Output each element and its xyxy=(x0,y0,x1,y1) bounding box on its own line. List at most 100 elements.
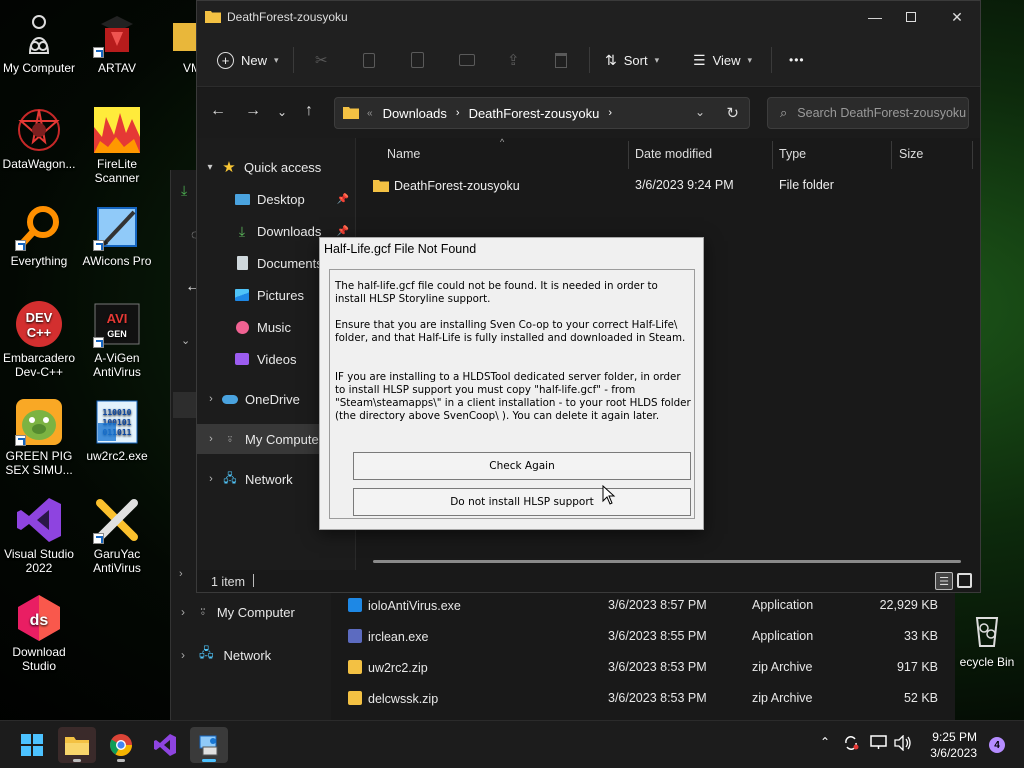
chevron-right-icon: › xyxy=(209,393,213,405)
column-header-type[interactable]: Type xyxy=(779,147,806,169)
folder-icon xyxy=(373,180,389,192)
desktop-icon-garuyac[interactable]: GaruYac AntiVirus xyxy=(78,496,156,575)
status-bar: 1 item ☰ xyxy=(197,570,980,594)
dialog-message: The half-life.gcf file could not be foun… xyxy=(335,280,691,436)
bg-nav-network[interactable]: › 🖧 Network xyxy=(181,644,271,666)
taskbar-installer[interactable] xyxy=(190,727,228,763)
desktop-icon-vm[interactable]: VM xyxy=(155,10,201,75)
table-row[interactable]: irclean.exe 3/6/2023 8:55 PM Application… xyxy=(346,621,956,652)
skip-hlsp-button[interactable]: Do not install HLSP support xyxy=(353,488,691,516)
refresh-button[interactable]: ↻ xyxy=(726,104,739,122)
error-dialog[interactable]: Half-Life.gcf File Not Found The half-li… xyxy=(319,237,704,530)
taskbar-visual-studio[interactable] xyxy=(146,727,184,763)
close-button[interactable]: ✕ xyxy=(939,5,975,29)
close-icon: ✕ xyxy=(951,8,963,25)
firelite-icon xyxy=(93,106,141,154)
nav-label: Downloads xyxy=(257,223,322,239)
desktop-icon-datawagon[interactable]: DataWagon... xyxy=(0,106,78,171)
desktop-icon xyxy=(234,191,250,207)
desktop-icon-uw2rc2[interactable]: 110010 100101 011011 uw2rc2.exe xyxy=(78,398,156,463)
taskbar-chrome[interactable] xyxy=(102,727,140,763)
rename-button[interactable] xyxy=(459,48,475,72)
table-row[interactable]: ioloAntiVirus.exe 3/6/2023 8:57 PM Appli… xyxy=(346,590,956,621)
column-header-date[interactable]: Date modified xyxy=(635,147,712,169)
new-button[interactable]: + New ▾ xyxy=(217,48,279,72)
search-box[interactable]: ⌕ Search DeathForest-zousyoku xyxy=(767,97,969,129)
nav-quick-access[interactable]: ▾ ★ Quick access xyxy=(197,152,355,182)
sync-tray-icon[interactable] xyxy=(843,735,859,754)
share-button[interactable]: ⇪ xyxy=(507,48,520,72)
file-type: File folder xyxy=(779,178,834,192)
column-header-size[interactable]: Size xyxy=(899,147,923,169)
start-button[interactable] xyxy=(13,727,51,763)
rename-icon xyxy=(459,54,475,66)
bg-nav-label: My Computer xyxy=(216,604,295,620)
address-bar[interactable]: « Downloads › DeathForest-zousyoku › ⌄ ↻ xyxy=(334,97,750,129)
show-hidden-icons-button[interactable]: ⌃ xyxy=(820,735,830,749)
up-button[interactable]: ↑ xyxy=(305,102,313,120)
title-bar[interactable]: DeathForest-zousyoku — ✕ xyxy=(197,1,980,33)
forward-button[interactable]: → xyxy=(245,102,261,120)
binary-file-icon: 110010 100101 011011 xyxy=(93,398,141,446)
cut-button[interactable]: ✂ xyxy=(315,48,328,72)
paste-button[interactable] xyxy=(411,48,424,72)
see-more-button[interactable]: ••• xyxy=(789,48,805,72)
maximize-button[interactable] xyxy=(893,5,929,29)
taskbar-file-explorer[interactable] xyxy=(58,727,96,763)
breadcrumb-current-folder[interactable]: DeathForest-zousyoku xyxy=(469,106,600,121)
clock[interactable]: 9:25 PM 3/6/2023 xyxy=(930,729,977,761)
search-input[interactable]: Search DeathForest-zousyoku xyxy=(797,106,966,120)
view-button[interactable]: ☰ View ▾ xyxy=(693,48,752,72)
recycle-bin-icon xyxy=(963,604,1011,652)
notification-badge[interactable]: 4 xyxy=(989,737,1005,753)
table-row[interactable]: uw2rc2.zip 3/6/2023 8:53 PM zip Archive … xyxy=(346,652,956,683)
desktop-icon-visual-studio[interactable]: Visual Studio 2022 xyxy=(0,496,78,575)
volume-tray-icon[interactable] xyxy=(894,734,912,754)
sort-arrows-icon: ⇅ xyxy=(605,51,617,68)
copy-button[interactable] xyxy=(363,48,375,72)
delete-button[interactable] xyxy=(555,48,567,72)
tiles-view-button[interactable] xyxy=(957,573,972,588)
more-dots-icon: ••• xyxy=(789,53,805,67)
desktop-icon-artav[interactable]: ARTAV xyxy=(78,10,156,75)
table-row[interactable]: DeathForest-zousyoku 3/6/2023 9:24 PM Fi… xyxy=(371,173,971,197)
address-row: ← → ⌄ ↑ « Downloads › DeathForest-zousyo… xyxy=(197,88,980,138)
back-button[interactable]: ← xyxy=(210,102,226,120)
breadcrumb-overflow[interactable]: « xyxy=(367,108,373,119)
desktop-icon-my-computer[interactable]: My Computer xyxy=(0,10,78,75)
address-history-dropdown[interactable]: ⌄ xyxy=(695,105,705,119)
minimize-button[interactable]: — xyxy=(857,5,893,29)
desktop-icon-green-pig[interactable]: GREEN PIG SEX SIMU... xyxy=(0,398,78,477)
sort-label: Sort xyxy=(623,52,648,68)
desktop-icon-avigen[interactable]: AVI GEN A-ViGen AntiVirus xyxy=(78,300,156,379)
bg-nav-my-computer[interactable]: › ⍤ My Computer xyxy=(181,604,295,620)
horizontal-scrollbar[interactable] xyxy=(373,560,961,563)
details-view-button[interactable]: ☰ xyxy=(935,572,953,590)
desktop-icon-awicons[interactable]: AWicons Pro xyxy=(78,203,156,268)
recent-locations-button[interactable]: ⌄ xyxy=(277,105,287,119)
file-size: 917 KB xyxy=(896,660,938,674)
file-type: Application xyxy=(752,629,814,643)
nav-label: Quick access xyxy=(244,159,322,175)
desktop-icon-devcpp[interactable]: DEV C++ Embarcadero Dev-C++ xyxy=(0,300,78,379)
desktop-icon-label: VM xyxy=(183,61,201,75)
network-tray-icon[interactable] xyxy=(870,735,887,753)
chevron-right-icon[interactable]: › xyxy=(179,568,183,580)
check-again-button[interactable]: Check Again xyxy=(353,452,691,480)
installer-icon xyxy=(199,735,218,756)
table-row[interactable]: delcwssk.zip 3/6/2023 8:53 PM zip Archiv… xyxy=(346,683,956,714)
nav-desktop[interactable]: Desktop 📌 xyxy=(197,184,355,214)
breadcrumb-downloads[interactable]: Downloads xyxy=(383,106,447,121)
chevron-down-icon[interactable]: ⌄ xyxy=(181,334,190,347)
desktop-icon-label: My Computer xyxy=(2,61,76,75)
file-name: DeathForest-zousyoku xyxy=(394,179,520,193)
desktop-icon-firelite[interactable]: FireLite Scanner xyxy=(78,106,156,185)
desktop-icon-recycle-bin[interactable]: ecycle Bin xyxy=(950,604,1024,669)
pictures-icon xyxy=(234,287,250,303)
windows-logo-icon xyxy=(21,734,43,756)
desktop-icon-download-studio[interactable]: ds Download Studio xyxy=(0,594,78,673)
column-header-name[interactable]: Name xyxy=(387,147,420,169)
sort-button[interactable]: ⇅ Sort ▾ xyxy=(605,48,659,72)
desktop-icon-label: FireLite Scanner xyxy=(94,157,140,185)
desktop-icon-everything[interactable]: Everything xyxy=(0,203,78,268)
